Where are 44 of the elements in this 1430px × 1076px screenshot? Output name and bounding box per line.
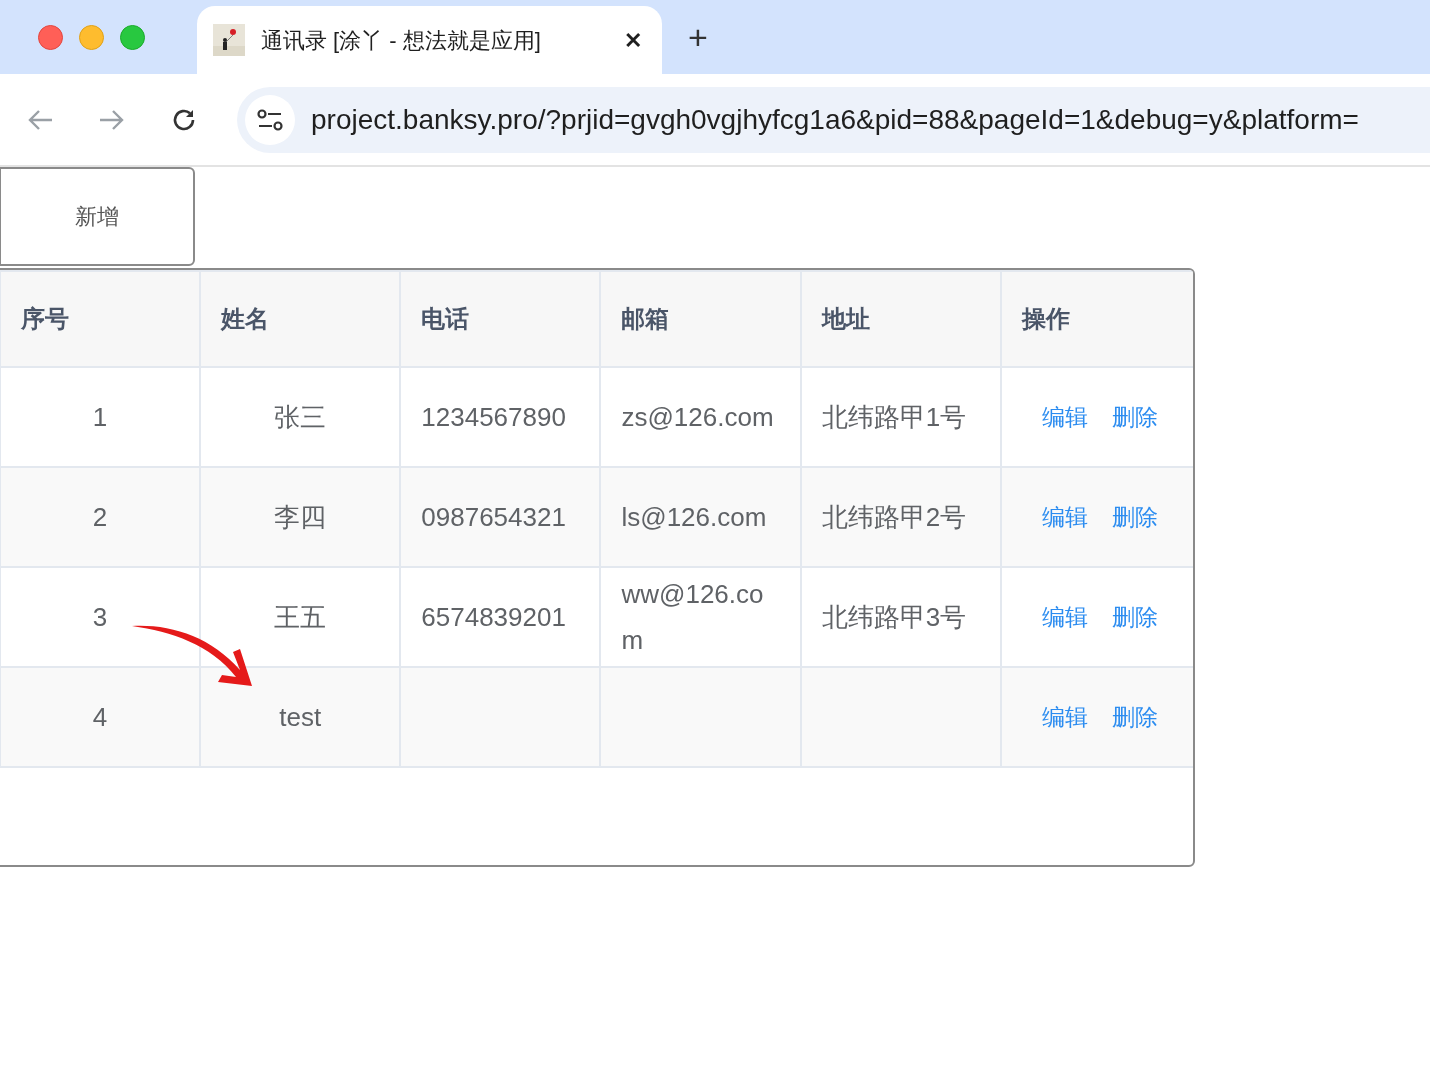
- table-cell-text: test: [279, 702, 322, 732]
- table-cell-text: 王五: [274, 602, 327, 632]
- edit-link[interactable]: 编辑: [1041, 499, 1088, 535]
- column-header: 操作: [1021, 305, 1070, 332]
- column-header: 邮箱: [621, 305, 670, 332]
- table-cell-text: ls@126.com: [621, 502, 767, 532]
- column-header: 序号: [21, 305, 69, 332]
- browser-tab[interactable]: 通讯录 [涂丫 - 想法就是应用] ✕: [197, 6, 662, 74]
- table-cell-text: 李四: [274, 502, 327, 532]
- table-cell-text: ww@126.com: [621, 579, 764, 655]
- site-settings-icon[interactable]: [245, 94, 295, 145]
- column-header: 地址: [821, 305, 870, 332]
- table-cell-text: 0987654321: [421, 502, 566, 532]
- table-cell-text: 张三: [274, 402, 327, 432]
- table-cell-text: 3: [92, 602, 108, 632]
- table-cell-text: 北纬路甲1号: [821, 402, 967, 432]
- column-header: 姓名: [221, 305, 270, 332]
- delete-link[interactable]: 删除: [1111, 399, 1158, 435]
- edit-link[interactable]: 编辑: [1041, 599, 1088, 635]
- delete-link[interactable]: 删除: [1111, 699, 1158, 735]
- table-cell-text: 1: [92, 402, 108, 432]
- close-tab-button[interactable]: ✕: [624, 23, 642, 57]
- table-cell-text: 2: [92, 502, 108, 532]
- edit-link[interactable]: 编辑: [1041, 399, 1088, 435]
- table-cell-text: 北纬路甲2号: [821, 502, 967, 532]
- table-cell-text: 6574839201: [421, 602, 566, 632]
- maximize-window-button[interactable]: [120, 24, 145, 50]
- column-header: 电话: [421, 305, 470, 332]
- delete-link[interactable]: 删除: [1111, 599, 1158, 635]
- forward-icon[interactable]: [99, 108, 125, 131]
- new-tab-button[interactable]: +: [688, 20, 708, 54]
- edit-link[interactable]: 编辑: [1041, 699, 1088, 735]
- table-cell-text: zs@126.com: [621, 402, 774, 432]
- table-cell-text: 1234567890: [421, 402, 566, 432]
- minimize-window-button[interactable]: [79, 24, 104, 50]
- address-bar[interactable]: project.banksy.pro/?prjid=gvgh0vgjhyfcg1a6&pid=88&pageId=1&debug=y&platform=: [237, 86, 1430, 153]
- back-icon[interactable]: [27, 108, 53, 131]
- table-cell-text: 4: [92, 702, 108, 732]
- close-window-button[interactable]: [38, 24, 63, 50]
- add-button[interactable]: 新增: [0, 167, 195, 266]
- table-cell-text: 北纬路甲3号: [821, 602, 967, 632]
- url-text: project.banksy.pro/?prjid=gvgh0vgjhyfcg1a6&pid=88&pageId=1&debug=y&platform=: [311, 102, 1359, 137]
- delete-link[interactable]: 删除: [1111, 499, 1158, 535]
- tab-title: 通讯录 [涂丫 - 想法就是应用]: [261, 26, 542, 55]
